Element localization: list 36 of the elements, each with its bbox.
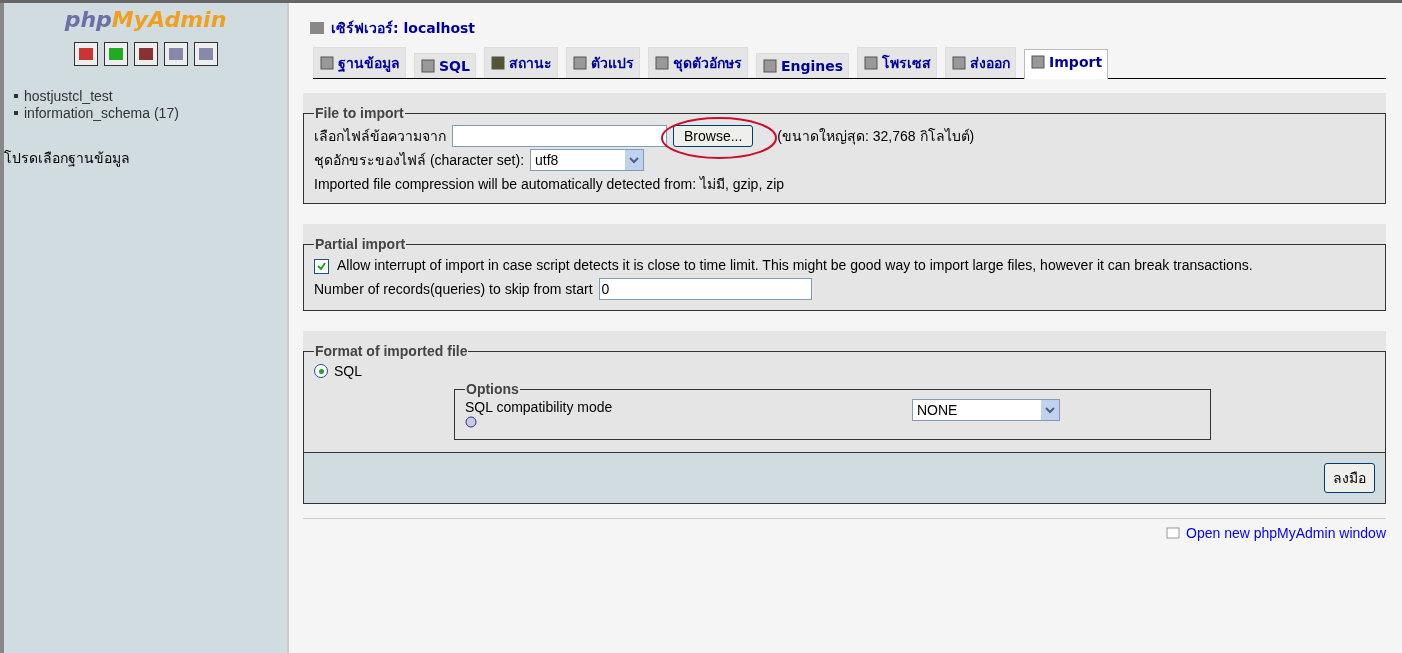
submit-button[interactable]: ลงมือ: [1324, 463, 1375, 493]
tab[interactable]: สถานะ: [483, 47, 558, 78]
compression-note: Imported file compression will be automatically detected from: ไม่มี, gzip, zip: [314, 175, 786, 194]
bullet-icon: [14, 111, 18, 115]
tab[interactable]: โพรเซส: [857, 47, 938, 78]
charset-select[interactable]: utf8: [530, 149, 645, 171]
tab[interactable]: Engines: [755, 53, 850, 78]
compat-label: SQL compatibility mode: [465, 399, 613, 415]
fieldset-legend: Options: [465, 381, 520, 397]
file-label: เลือกไฟล์ข้อความจาก: [314, 127, 446, 146]
fieldset-legend: Partial import: [314, 236, 407, 252]
max-size-note: (ขนาดใหญ่สุด: 32,768 กิโลไบต์): [777, 127, 975, 147]
tab[interactable]: ฐานข้อมูล: [313, 47, 406, 78]
select-database-hint: โปรดเลือกฐานข้อมูล: [4, 149, 131, 169]
tab[interactable]: ชุดตัวอักษร: [647, 47, 748, 78]
server-title: เซิร์ฟเวอร์: localhost: [331, 19, 476, 38]
tab[interactable]: SQL: [414, 53, 476, 78]
database-link[interactable]: hostjustcl_test: [24, 88, 113, 104]
checkbox[interactable]: [314, 258, 329, 274]
tab[interactable]: ตัวแปร: [565, 47, 640, 78]
fieldset-legend: File to import: [314, 105, 405, 121]
fieldset-legend: Format of imported file: [314, 343, 469, 359]
radio-button[interactable]: [314, 364, 328, 378]
bullet-icon: [14, 94, 18, 98]
skip-input[interactable]: 0: [598, 278, 812, 300]
database-link[interactable]: information_schema (17): [24, 105, 179, 121]
tab[interactable]: Import: [1024, 49, 1109, 79]
file-input[interactable]: [452, 125, 667, 147]
browse-button[interactable]: Browse...: [673, 125, 754, 147]
compat-select[interactable]: NONE: [912, 399, 1060, 421]
interrupt-label: Allow interrupt of import in case script detects it is close to time limit. This might be good way to import large files, however it can break transactions.: [337, 257, 1253, 273]
skip-label: Number of records(queries) to skip from start: [314, 281, 593, 297]
tab[interactable]: ส่งออก: [945, 47, 1017, 78]
format-label: SQL: [334, 363, 362, 379]
charset-label: ชุดอักขระของไฟล์ (character set):: [314, 151, 525, 171]
open-window-link[interactable]: Open new phpMyAdmin window: [1186, 525, 1386, 541]
